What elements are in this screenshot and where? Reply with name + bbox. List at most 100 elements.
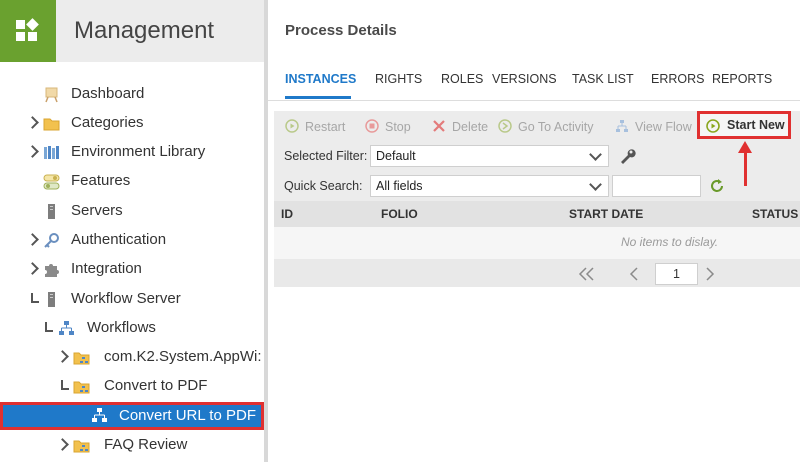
quick-search-label: Quick Search: xyxy=(284,179,363,193)
expand-chevron-icon[interactable] xyxy=(56,345,72,369)
chevron-down-icon xyxy=(589,178,602,191)
expand-chevron-icon[interactable] xyxy=(26,111,42,135)
play-icon xyxy=(285,119,299,133)
expand-chevron-icon[interactable] xyxy=(26,140,42,164)
tree-item-label: Workflow Server xyxy=(71,290,181,307)
page-number-input[interactable]: 1 xyxy=(655,263,698,285)
tree-item-features[interactable]: Features xyxy=(28,169,258,193)
column-header-start-date[interactable]: START DATE xyxy=(569,207,643,221)
server-icon xyxy=(48,204,55,219)
stop-label: Stop xyxy=(385,120,411,134)
refresh-icon[interactable] xyxy=(709,178,725,194)
tab-reports[interactable]: REPORTS xyxy=(712,72,772,86)
view-flow-button[interactable]: View Flow xyxy=(615,118,692,136)
tree-item-servers[interactable]: Servers xyxy=(28,199,258,223)
tab-versions[interactable]: VERSIONS xyxy=(492,72,557,86)
workflow-icon xyxy=(59,321,74,335)
tab-errors[interactable]: ERRORS xyxy=(651,72,704,86)
go-to-activity-label: Go To Activity xyxy=(518,120,594,134)
workflow-icon xyxy=(616,120,628,132)
tree-item-label: Categories xyxy=(71,114,144,131)
tree-item-workflow-server[interactable]: Workflow Server xyxy=(28,287,258,311)
tab-task-list[interactable]: TASK LIST xyxy=(572,72,634,86)
tree-item-label: Servers xyxy=(71,202,123,219)
collapse-icon[interactable] xyxy=(42,316,56,340)
app-logo-icon[interactable] xyxy=(0,0,56,62)
column-header-id[interactable]: ID xyxy=(281,207,293,221)
callout-arrow-shaft xyxy=(744,150,747,186)
delete-label: Delete xyxy=(452,120,489,134)
app-header: Management xyxy=(0,0,264,62)
tree-item-label: Environment Library xyxy=(71,143,206,160)
tree-item-faq-review[interactable]: FAQ Review xyxy=(56,433,262,457)
wrench-icon[interactable] xyxy=(619,147,636,164)
pager xyxy=(274,259,800,287)
selected-filter-value: Default xyxy=(376,149,416,163)
delete-button[interactable]: Delete xyxy=(432,118,488,136)
easel-icon xyxy=(45,87,58,103)
tree-item-dashboard[interactable]: Dashboard xyxy=(28,82,258,106)
go-to-activity-button[interactable]: Go To Activity xyxy=(498,118,594,136)
selected-filter-label: Selected Filter: xyxy=(284,149,368,163)
stop-icon xyxy=(365,119,379,133)
delete-x-icon xyxy=(433,120,445,132)
restart-button[interactable]: Restart xyxy=(285,118,345,136)
expand-chevron-icon[interactable] xyxy=(56,433,72,457)
grid-header xyxy=(274,201,800,227)
tree-item-workflows[interactable]: Workflows xyxy=(42,316,258,340)
tree-item-label: Integration xyxy=(71,260,142,277)
tree-item-label: Workflows xyxy=(87,319,156,336)
panel-splitter[interactable] xyxy=(264,0,268,462)
column-header-folio[interactable]: FOLIO xyxy=(381,207,418,221)
expand-chevron-icon[interactable] xyxy=(26,228,42,252)
stop-button[interactable]: Stop xyxy=(365,118,411,136)
tree-item-integration[interactable]: Integration xyxy=(26,257,258,281)
collapse-icon[interactable] xyxy=(58,374,72,398)
tree-item-convert-to-pdf[interactable]: Convert to PDF xyxy=(58,374,262,398)
page-title: Process Details xyxy=(285,22,397,39)
grid-body xyxy=(274,227,800,259)
key-icon xyxy=(44,233,59,248)
tree-item-label: Dashboard xyxy=(71,85,145,102)
tree-item-environment-library[interactable]: Environment Library xyxy=(26,140,258,164)
start-new-button[interactable]: Start New xyxy=(697,111,791,139)
server-icon xyxy=(48,292,55,307)
first-page-icon[interactable] xyxy=(576,266,596,282)
selected-filter-dropdown[interactable]: Default xyxy=(370,145,609,167)
tree-item-label: Authentication xyxy=(71,231,167,248)
puzzle-icon xyxy=(45,264,59,277)
start-new-label: Start New xyxy=(727,118,785,132)
play-icon xyxy=(706,119,720,133)
folder-workflow-icon xyxy=(73,440,90,453)
app-title: Management xyxy=(74,17,215,44)
empty-grid-message: No items to dislay. xyxy=(621,235,719,249)
go-arrow-icon xyxy=(498,119,512,133)
tree-item-label: Convert URL to PDF xyxy=(119,407,256,424)
tree-item-categories[interactable]: Categories xyxy=(26,111,258,135)
folder-icon xyxy=(43,118,60,131)
next-page-icon[interactable] xyxy=(700,266,720,282)
expand-chevron-icon[interactable] xyxy=(26,257,42,281)
folder-workflow-icon xyxy=(73,381,90,394)
tree-item-label: FAQ Review xyxy=(104,436,188,453)
previous-page-icon[interactable] xyxy=(624,266,644,282)
restart-label: Restart xyxy=(305,120,346,134)
tab-rights[interactable]: RIGHTS xyxy=(375,72,422,86)
tree-item-label: com.K2.System.AppWi: xyxy=(104,348,262,365)
tree-item-convert-url-to-pdf[interactable]: Convert URL to PDF xyxy=(0,402,264,430)
quick-search-value: All fields xyxy=(376,179,423,193)
tree-item-authentication[interactable]: Authentication xyxy=(26,228,258,252)
tab-instances[interactable]: INSTANCES xyxy=(285,72,356,86)
tab-roles[interactable]: ROLES xyxy=(441,72,483,86)
quick-search-dropdown[interactable]: All fields xyxy=(370,175,609,197)
navigation-panel: Management Dashboard Categories Environm… xyxy=(0,0,264,462)
view-flow-label: View Flow xyxy=(635,120,692,134)
toggle-icon xyxy=(43,174,60,190)
tab-divider xyxy=(268,100,800,101)
column-header-status[interactable]: STATUS xyxy=(752,207,798,221)
library-icon xyxy=(44,146,59,159)
workflow-icon xyxy=(92,408,107,422)
tree-item-com-k2-system-appwi[interactable]: com.K2.System.AppWi: xyxy=(56,345,262,369)
collapse-icon[interactable] xyxy=(28,287,42,311)
quick-search-input[interactable] xyxy=(612,175,701,197)
